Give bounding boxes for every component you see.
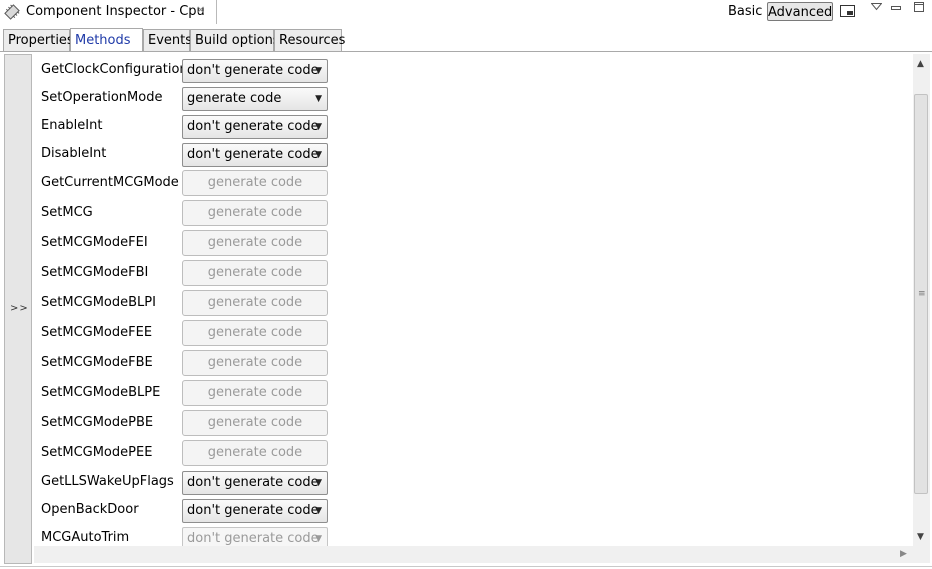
maximize-icon[interactable] xyxy=(914,2,925,13)
dropdown-arrow-icon: ▼ xyxy=(315,506,322,516)
method-generate-button: generate code xyxy=(182,260,328,286)
method-name: SetMCGModeBLPI xyxy=(41,295,156,310)
method-name: SetMCGModePBE xyxy=(41,415,154,430)
close-tab-icon[interactable]: ⨯ xyxy=(196,4,208,16)
details-collapse-bar[interactable]: >> xyxy=(4,54,32,564)
method-generation-select[interactable]: generate code ▼ xyxy=(182,87,328,111)
method-name: DisableInt xyxy=(41,146,107,161)
method-row: OpenBackDoor don't generate code ▼ xyxy=(34,497,914,525)
method-generation-select[interactable]: don't generate code ▼ xyxy=(182,115,328,139)
method-generation-select[interactable]: don't generate code ▼ xyxy=(182,143,328,167)
method-generate-button: generate code xyxy=(182,440,328,466)
method-name: GetClockConfiguration xyxy=(41,62,188,77)
method-row: SetMCGModeFBE generate code xyxy=(34,349,914,377)
view-title: Component Inspector - Cpu xyxy=(26,4,205,19)
method-generate-button: generate code xyxy=(182,170,328,196)
method-row: SetOperationMode generate code ▼ xyxy=(34,85,914,113)
bottom-border xyxy=(0,566,932,567)
method-row: SetMCGModePBE generate code xyxy=(34,409,914,437)
method-name: SetMCGModePEE xyxy=(41,445,153,460)
dropdown-arrow-icon: ▼ xyxy=(315,150,322,160)
method-name: SetMCGModeFBE xyxy=(41,355,153,370)
method-name: EnableInt xyxy=(41,118,103,133)
view-tab-component-inspector[interactable]: Component Inspector - Cpu ⨯ xyxy=(0,0,217,24)
mode-basic-button[interactable]: Basic xyxy=(728,4,762,19)
method-generation-select[interactable]: don't generate code ▼ xyxy=(182,499,328,523)
inspector-tabs: Properties Methods Events Build options … xyxy=(0,28,932,52)
scrollbar-thumb[interactable]: ≡ xyxy=(914,94,928,494)
method-generate-button: generate code xyxy=(182,350,328,376)
dropdown-arrow-icon: ▼ xyxy=(315,534,322,544)
method-generate-button: generate code xyxy=(182,320,328,346)
method-row: SetMCGModeFEE generate code xyxy=(34,319,914,347)
method-generate-button: generate code xyxy=(182,200,328,226)
method-row: EnableInt don't generate code ▼ xyxy=(34,113,914,141)
dropdown-arrow-icon: ▼ xyxy=(315,66,322,76)
method-generation-select[interactable]: don't generate code ▼ xyxy=(182,59,328,83)
method-row: MCGAutoTrim don't generate code ▼ xyxy=(34,525,914,546)
method-row: SetMCGModeFEI generate code xyxy=(34,229,914,257)
method-row: GetCurrentMCGMode generate code xyxy=(34,169,914,197)
expand-details-button[interactable]: >> xyxy=(10,303,29,314)
select-value: don't generate code xyxy=(187,503,319,518)
minimize-icon[interactable] xyxy=(891,4,902,12)
method-name: SetMCGModeFBI xyxy=(41,265,149,280)
method-generation-select[interactable]: don't generate code ▼ xyxy=(182,471,328,495)
method-row: SetMCGModeBLPE generate code xyxy=(34,379,914,407)
method-name: SetOperationMode xyxy=(41,90,163,105)
select-value: don't generate code xyxy=(187,475,319,490)
select-value: generate code xyxy=(187,91,282,106)
component-chip-icon xyxy=(4,4,20,20)
select-value: don't generate code xyxy=(187,531,319,546)
method-name: SetMCGModeFEE xyxy=(41,325,153,340)
select-value: don't generate code xyxy=(187,63,319,78)
method-generation-select: don't generate code ▼ xyxy=(182,527,328,546)
tab-build-options[interactable]: Build options xyxy=(190,29,280,51)
dropdown-arrow-icon: ▼ xyxy=(315,122,322,132)
layout-toggle-icon[interactable] xyxy=(840,5,856,18)
method-name: OpenBackDoor xyxy=(41,502,139,517)
dropdown-arrow-icon: ▼ xyxy=(315,478,322,488)
select-value: don't generate code xyxy=(187,147,319,162)
method-generate-button: generate code xyxy=(182,290,328,316)
method-row: SetMCG generate code xyxy=(34,199,914,227)
method-name: SetMCG xyxy=(41,205,93,220)
scrollbar-grip-icon: ≡ xyxy=(918,289,926,299)
scroll-right-icon[interactable]: ▶ xyxy=(900,549,907,559)
method-name: SetMCGModeFEI xyxy=(41,235,148,250)
method-row: GetLLSWakeUpFlags don't generate code ▼ xyxy=(34,469,914,497)
method-row: SetMCGModePEE generate code xyxy=(34,439,914,467)
method-name: MCGAutoTrim xyxy=(41,530,130,545)
tab-events[interactable]: Events xyxy=(143,29,192,51)
tabs-baseline xyxy=(0,51,932,52)
select-value: don't generate code xyxy=(187,119,319,134)
view-menu-icon[interactable] xyxy=(871,3,882,11)
method-row: GetClockConfiguration don't generate code… xyxy=(34,57,914,85)
method-generate-button: generate code xyxy=(182,410,328,436)
dropdown-arrow-icon: ▼ xyxy=(315,94,322,104)
method-row: SetMCGModeBLPI generate code xyxy=(34,289,914,317)
method-row: DisableInt don't generate code ▼ xyxy=(34,141,914,169)
methods-list: GetClockConfiguration don't generate code… xyxy=(34,54,930,546)
vertical-scrollbar[interactable]: ▲ ≡ ▼ xyxy=(913,54,930,546)
scroll-up-icon[interactable]: ▲ xyxy=(917,59,924,69)
scrollbar-corner xyxy=(913,546,930,563)
view-title-bar: Component Inspector - Cpu ⨯ Basic Advanc… xyxy=(0,0,932,24)
mode-advanced-button[interactable]: Advanced xyxy=(767,2,833,21)
method-generate-button: generate code xyxy=(182,230,328,256)
method-generate-button: generate code xyxy=(182,380,328,406)
tab-resources[interactable]: Resources xyxy=(274,29,345,51)
tab-methods[interactable]: Methods xyxy=(70,28,143,52)
scroll-down-icon[interactable]: ▼ xyxy=(917,532,924,542)
horizontal-scrollbar[interactable]: ▶ xyxy=(34,546,913,563)
method-row: SetMCGModeFBI generate code xyxy=(34,259,914,287)
method-name: GetCurrentMCGMode xyxy=(41,175,179,190)
method-name: SetMCGModeBLPE xyxy=(41,385,161,400)
method-name: GetLLSWakeUpFlags xyxy=(41,474,174,489)
tab-properties[interactable]: Properties xyxy=(3,29,74,51)
